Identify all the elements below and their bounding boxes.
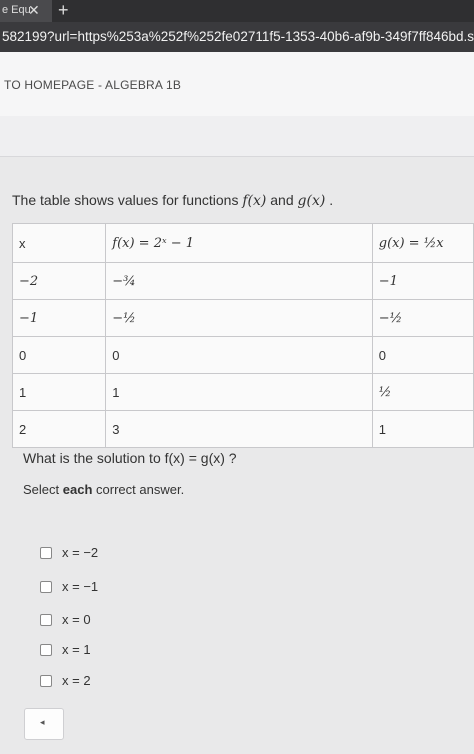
header-f: f(x) = 2ˣ − 1 — [105, 223, 373, 263]
g-label: g(x) — [297, 193, 326, 209]
table-row: −2 −¾ −1 — [11, 262, 474, 300]
close-icon[interactable]: ✕ — [28, 2, 40, 19]
f-label: f(x) — [242, 193, 267, 209]
tab-label: e Equ — [2, 4, 31, 16]
values-table: x f(x) = 2ˣ − 1 g(x) = ½x −2 −¾ −1 −1 −½… — [11, 223, 474, 448]
table-row: 1 1 ½ — [11, 373, 474, 411]
cell-x: 2 — [11, 410, 107, 448]
and-text: and — [270, 192, 294, 208]
cell-x: −1 — [11, 299, 107, 337]
select-prefix: Select — [23, 482, 60, 497]
browser-tab-bar: e Equ ✕ + — [0, 0, 474, 22]
question-prompt: The table shows values for functions f(x… — [12, 192, 333, 209]
new-tab-icon[interactable]: + — [58, 0, 69, 21]
option-label: x = −2 — [62, 545, 99, 560]
table-row: 0 0 0 — [11, 336, 474, 374]
cell-x: 1 — [11, 373, 107, 411]
checkbox[interactable] — [40, 614, 52, 626]
back-button[interactable]: ◂ — [24, 708, 64, 740]
cell-g: −1 — [371, 262, 474, 300]
solution-prompt: What is the solution to f(x) = g(x) ? — [23, 450, 237, 466]
browser-tab[interactable]: e Equ ✕ — [0, 0, 52, 22]
cell-f: 3 — [105, 410, 373, 448]
caret-left-icon: ◂ — [40, 717, 45, 727]
select-bold: each — [62, 482, 93, 497]
cell-f: 1 — [105, 373, 373, 411]
select-instruction: Select each correct answer. — [23, 482, 184, 497]
option-label: x = 2 — [62, 673, 91, 688]
period: . — [329, 192, 334, 208]
table-header-row: x f(x) = 2ˣ − 1 g(x) = ½x — [11, 223, 474, 263]
address-bar[interactable]: 582199?url=https%253a%252f%252fe02711f5-… — [0, 22, 474, 52]
table-row: −1 −½ −½ — [11, 299, 474, 337]
cell-f: 0 — [105, 336, 373, 374]
cell-f: −½ — [105, 299, 373, 337]
cell-g: ½ — [371, 373, 474, 411]
homepage-link[interactable]: TO HOMEPAGE - ALGEBRA 1B — [4, 78, 181, 92]
url-text: 582199?url=https%253a%252f%252fe02711f5-… — [2, 29, 474, 44]
option-label: x = 0 — [62, 612, 91, 627]
header-band — [0, 116, 474, 157]
cell-g: −½ — [371, 299, 474, 337]
checkbox[interactable] — [40, 644, 52, 656]
cell-f: −¾ — [105, 262, 373, 300]
option-label: x = 1 — [62, 642, 91, 657]
checkbox[interactable] — [40, 547, 52, 559]
cell-x: −2 — [11, 262, 107, 300]
select-suffix: correct answer. — [96, 482, 185, 497]
cell-x: 0 — [11, 336, 107, 374]
prompt-text: The table shows values for functions — [12, 192, 239, 208]
cell-g: 1 — [371, 410, 474, 448]
checkbox[interactable] — [40, 581, 52, 593]
cell-g: 0 — [371, 336, 474, 374]
table-row: 2 3 1 — [11, 410, 474, 448]
option-label: x = −1 — [62, 579, 99, 594]
checkbox[interactable] — [40, 675, 52, 687]
header-x: x — [11, 223, 107, 263]
header-g: g(x) = ½x — [371, 223, 474, 263]
